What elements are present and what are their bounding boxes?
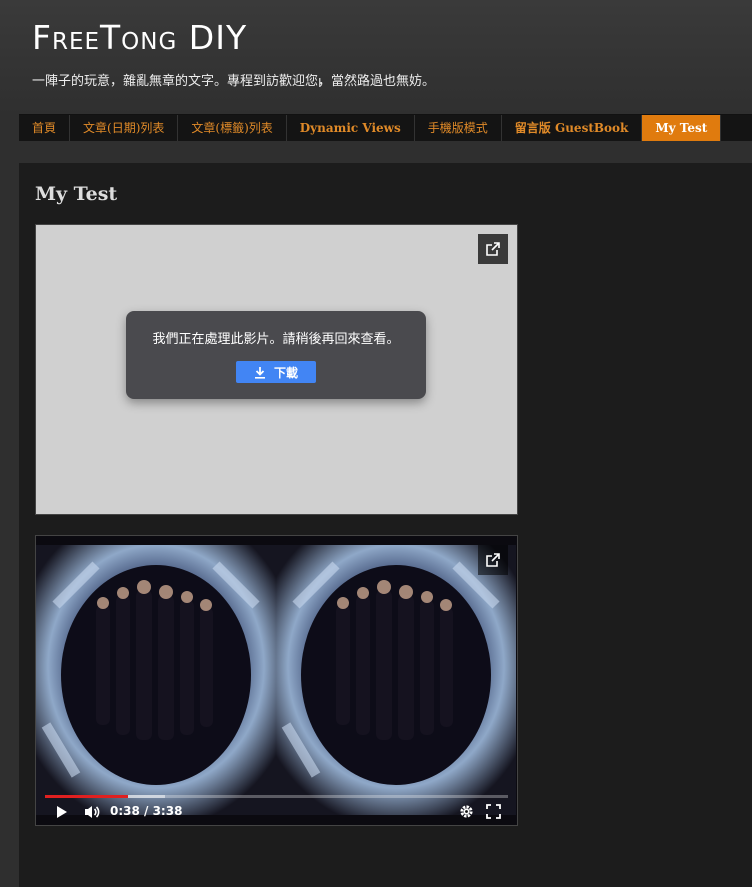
tab-mobile-mode[interactable]: 手機版模式 xyxy=(415,115,502,141)
tab-dynamic-views[interactable]: Dynamic Views xyxy=(287,115,415,141)
text-cursor-icon: I xyxy=(318,76,322,90)
open-external-icon xyxy=(486,553,500,567)
video-frame-right xyxy=(276,545,516,815)
fullscreen-icon[interactable] xyxy=(486,804,501,819)
main-content: My Test 我們正在處理此影片。請稍後再回來查看。 下載 0:38 / 3:… xyxy=(19,163,752,887)
tab-home[interactable]: 首頁 xyxy=(19,115,71,141)
video-controls: 0:38 / 3:38 xyxy=(36,791,517,825)
tab-posts-by-date[interactable]: 文章(日期)列表 xyxy=(70,115,179,141)
download-button[interactable]: 下載 xyxy=(236,361,316,383)
tab-my-test[interactable]: My Test xyxy=(642,115,722,141)
site-description: 一陣子的玩意，雜亂無章的文字。專程到訪歡迎您，當然路過也無妨。 xyxy=(32,74,436,89)
volume-icon[interactable] xyxy=(84,804,100,820)
download-icon xyxy=(254,366,265,379)
play-icon[interactable] xyxy=(56,805,68,819)
tab-guestbook[interactable]: 留言版 GuestBook xyxy=(502,115,643,141)
video-player-processing[interactable]: 我們正在處理此影片。請稍後再回來查看。 下載 xyxy=(35,224,518,515)
progress-played xyxy=(45,795,129,798)
open-external-icon xyxy=(486,242,500,256)
settings-icon[interactable] xyxy=(459,804,474,819)
progress-bar[interactable] xyxy=(45,795,508,798)
page-tabs: 首頁 文章(日期)列表 文章(標籤)列表 Dynamic Views 手機版模式… xyxy=(19,114,752,141)
video-frame-left xyxy=(36,545,276,815)
site-title[interactable]: FreeTong DIY xyxy=(32,18,247,57)
open-external-button-2[interactable] xyxy=(478,545,508,575)
post-title: My Test xyxy=(35,183,118,205)
download-label: 下載 xyxy=(273,365,298,380)
time-display: 0:38 / 3:38 xyxy=(110,804,183,818)
blog-header: FreeTong DIY 一陣子的玩意，雜亂無章的文字。專程到訪歡迎您，當然路過… xyxy=(0,0,752,115)
processing-message: 我們正在處理此影片。請稍後再回來查看。 xyxy=(152,332,400,347)
processing-message-box: 我們正在處理此影片。請稍後再回來查看。 下載 xyxy=(126,311,426,399)
video-player[interactable]: 0:38 / 3:38 xyxy=(35,535,518,826)
open-external-button[interactable] xyxy=(478,234,508,264)
tab-posts-by-label[interactable]: 文章(標籤)列表 xyxy=(178,115,287,141)
